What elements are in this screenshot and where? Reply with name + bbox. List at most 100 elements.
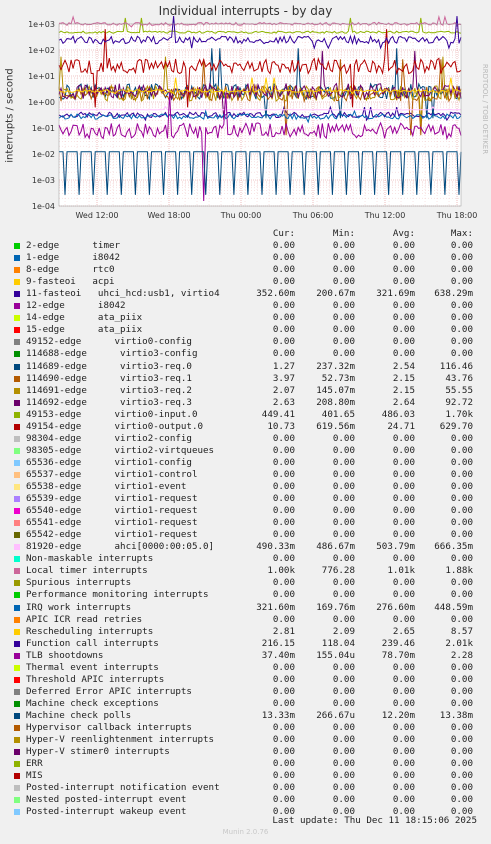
legend-value-cur: 0.00 xyxy=(272,589,295,601)
legend-swatch xyxy=(14,471,20,478)
legend-value-cur: 352.60m xyxy=(256,288,295,300)
legend-value-min: 0.00 xyxy=(332,505,355,517)
legend-column-header: Min: xyxy=(332,228,355,239)
y-tick-label: 1e+01 xyxy=(28,72,55,81)
legend-value-cur: 0.00 xyxy=(272,493,295,505)
legend-series-name: 114690-edge virtio3-req.1 xyxy=(26,372,192,384)
legend-series-name: Local timer interrupts xyxy=(26,565,148,577)
legend-value-min: 0.00 xyxy=(332,348,355,360)
legend-value-min: 145.07m xyxy=(316,384,355,396)
legend-series-name: 49153-edge virtio0-input.0 xyxy=(26,408,198,420)
legend-value-cur: 0.00 xyxy=(272,685,295,697)
legend-value-avg: 0.00 xyxy=(392,481,415,492)
legend-value-avg: 2.15 xyxy=(392,372,415,384)
legend-value-max: 0.00 xyxy=(450,746,473,758)
legend-value-min: 0.00 xyxy=(332,444,355,456)
legend-value-min: 0.00 xyxy=(332,493,355,505)
legend-value-cur: 1.00k xyxy=(267,565,295,577)
x-tick-label: Wed 12:00 xyxy=(75,211,118,220)
legend-value-min: 0.00 xyxy=(332,264,355,276)
legend-value-avg: 0.00 xyxy=(392,589,415,601)
legend-value-avg: 2.65 xyxy=(392,625,415,637)
legend-value-max: 116.46 xyxy=(439,360,473,372)
legend-value-min: 0.00 xyxy=(332,734,355,746)
legend-value-avg: 0.00 xyxy=(392,432,415,444)
legend-value-min: 0.00 xyxy=(332,613,355,625)
legend-swatch xyxy=(14,363,20,370)
last-update: Last update: Thu Dec 11 18:15:06 2025 xyxy=(272,815,477,826)
legend-swatch xyxy=(14,616,20,623)
legend-value-cur: 0.00 xyxy=(272,336,295,348)
legend-swatch xyxy=(14,423,20,430)
legend-value-avg: 0.00 xyxy=(392,661,415,673)
legend-series-name: 65542-edge virtio1-request xyxy=(26,529,198,541)
legend-value-cur: 490.33m xyxy=(256,541,295,553)
legend-value-cur: 0.00 xyxy=(272,264,295,276)
legend-series-name: 14-edge ata_piix xyxy=(26,312,143,324)
y-tick-label: 1e+00 xyxy=(28,98,55,107)
legend-value-min: 0.00 xyxy=(332,794,355,806)
legend-value-max: 1.70k xyxy=(445,408,473,420)
legend-series-name: Deferred Error APIC interrupts xyxy=(26,685,192,697)
legend-value-max: 0.00 xyxy=(450,348,473,360)
legend-value-min: 0.00 xyxy=(332,300,355,312)
legend-value-cur: 2.81 xyxy=(272,625,295,637)
legend-series-name: 11-fasteoi uhci_hcd:usb1, virtio4 xyxy=(26,288,220,300)
legend-value-cur: 216.15 xyxy=(261,637,295,649)
legend-swatch xyxy=(14,303,20,310)
legend-swatch xyxy=(14,688,20,695)
legend-series-name: 114688-edge virtio3-config xyxy=(26,348,198,360)
legend-value-min: 0.00 xyxy=(332,517,355,529)
legend-swatch xyxy=(14,700,20,707)
y-tick-label: 1e-04 xyxy=(32,202,55,211)
legend-value-min: 0.00 xyxy=(332,722,355,733)
legend-value-max: 0.00 xyxy=(450,697,473,709)
legend-swatch xyxy=(14,327,20,334)
legend-swatch xyxy=(14,725,20,731)
legend-series-name: 1-edge i8042 xyxy=(26,252,121,264)
legend-value-avg: 0.00 xyxy=(392,758,415,770)
legend-value-avg: 0.00 xyxy=(392,444,415,456)
legend-value-avg: 276.60m xyxy=(376,601,415,613)
legend-value-cur: 0.00 xyxy=(272,553,295,565)
legend-swatch xyxy=(14,664,20,671)
legend-value-avg: 0.00 xyxy=(392,324,415,336)
legend-value-min: 155.04u xyxy=(316,649,355,661)
legend-value-cur: 321.60m xyxy=(256,601,295,613)
legend-swatch xyxy=(14,652,20,659)
legend-value-cur: 0.00 xyxy=(272,312,295,324)
y-tick-label: 1e+02 xyxy=(28,46,55,55)
legend-value-max: 0.00 xyxy=(450,734,473,746)
legend-value-max: 0.00 xyxy=(450,481,473,492)
legend-series-name: APIC ICR read retries xyxy=(26,613,143,625)
legend-value-cur: 0.00 xyxy=(272,300,295,312)
legend-swatch xyxy=(14,496,20,503)
plot-area: 1e+03 1e+02 1e+01 1e+00 1e-01 1e-02 1e-03 1e-04… xyxy=(28,14,477,220)
legend-value-avg: 0.00 xyxy=(392,529,415,541)
legend-swatch xyxy=(14,351,20,358)
legend-value-min: 486.67m xyxy=(316,541,355,553)
legend-value-min: 0.00 xyxy=(332,240,355,251)
legend-value-max: 638.29m xyxy=(434,288,473,300)
legend-series-name: Posted-interrupt notification event xyxy=(26,782,220,794)
legend-swatch xyxy=(14,375,20,382)
legend-series-name: 65537-edge virtio1-control xyxy=(26,468,198,480)
legend-value-cur: 0.00 xyxy=(272,468,295,480)
legend-value-min: 2.09 xyxy=(332,625,355,637)
legend-series-name: 8-edge rtc0 xyxy=(26,264,115,276)
legend-value-min: 0.00 xyxy=(332,481,355,492)
legend-swatch xyxy=(14,809,20,816)
legend-value-min: 0.00 xyxy=(332,589,355,601)
munin-version: Munin 2.0.76 xyxy=(222,828,269,836)
legend-value-cur: 37.40m xyxy=(261,649,295,661)
legend-value-avg: 0.00 xyxy=(392,673,415,685)
legend-series-name: Thermal event interrupts xyxy=(26,661,159,673)
legend-value-cur: 0.00 xyxy=(272,432,295,444)
legend-value-avg: 1.01k xyxy=(387,565,415,577)
legend-value-max: 0.00 xyxy=(450,577,473,589)
legend-value-avg: 12.20m xyxy=(381,709,415,721)
legend-series-name: Rescheduling interrupts xyxy=(26,625,154,637)
legend-swatch xyxy=(14,243,20,249)
legend-value-cur: 1.27 xyxy=(272,360,295,372)
legend-series-name: Machine check exceptions xyxy=(26,697,159,709)
